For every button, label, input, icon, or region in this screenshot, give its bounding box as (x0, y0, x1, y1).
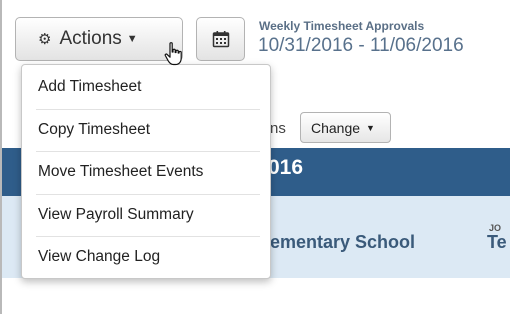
caret-down-icon: ▼ (366, 122, 375, 133)
week-header-text: 016 (268, 156, 304, 179)
actions-button-label: Actions (59, 28, 122, 49)
menu-item-view-payroll-summary[interactable]: View Payroll Summary (22, 194, 270, 236)
change-button[interactable]: Change ▼ (300, 112, 391, 143)
menu-item-copy-timesheet[interactable]: Copy Timesheet (22, 109, 270, 151)
caret-down-icon: ▼ (126, 33, 138, 45)
menu-item-add-timesheet[interactable]: Add Timesheet (22, 66, 270, 108)
menu-item-view-change-log[interactable]: View Change Log (22, 236, 270, 278)
calendar-button[interactable] (196, 17, 245, 61)
menu-item-move-timesheet-events[interactable]: Move Timesheet Events (22, 151, 270, 193)
column-value: Te (487, 232, 507, 252)
actions-button[interactable]: ⚙ Actions ▼ (15, 17, 183, 61)
hand-cursor-icon (164, 42, 182, 66)
calendar-icon (212, 31, 229, 48)
partial-label: ns (270, 120, 286, 137)
date-range: 10/31/2016 - 11/06/2016 (258, 35, 464, 56)
page-title: Weekly Timesheet Approvals (259, 19, 425, 33)
change-button-label: Change (311, 119, 361, 136)
gear-icon: ⚙ (38, 31, 52, 48)
actions-dropdown-menu: Add Timesheet Copy Timesheet Move Timesh… (21, 64, 271, 279)
location-name: lementary School (265, 232, 416, 252)
